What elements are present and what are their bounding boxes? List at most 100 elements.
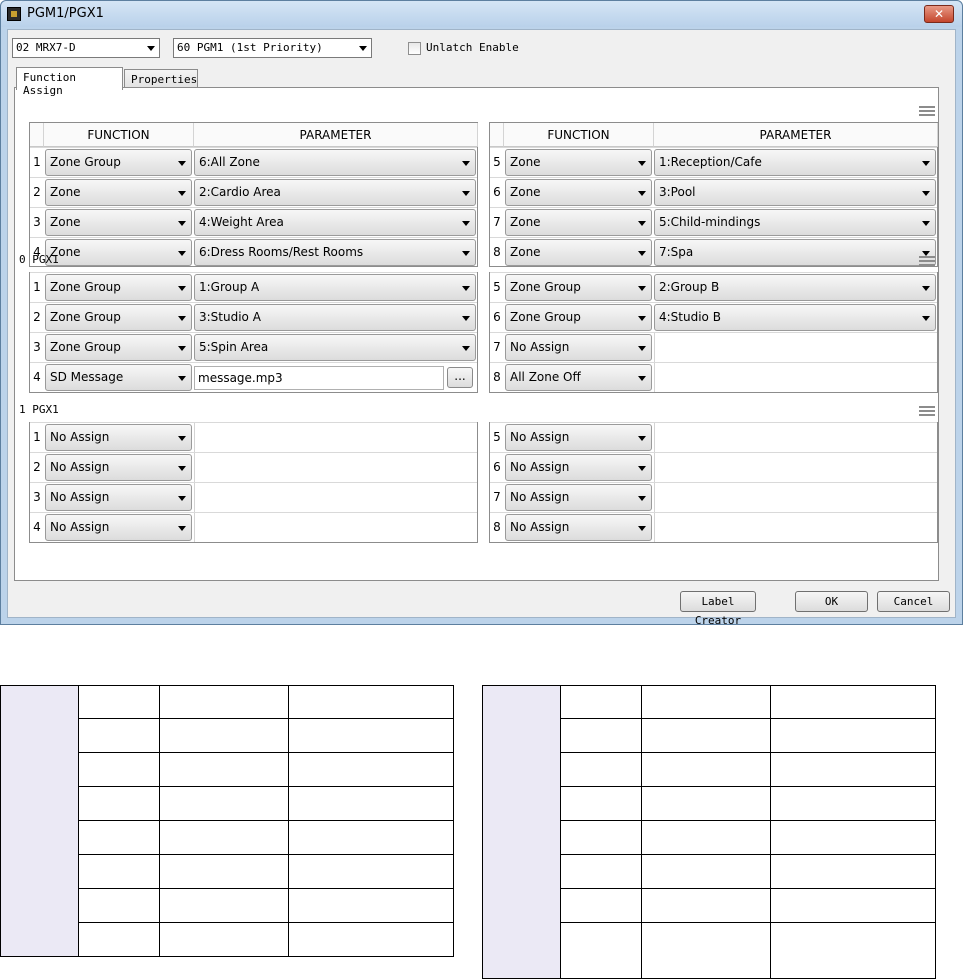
function-dropdown[interactable]: Zone Group <box>505 274 652 301</box>
unlatch-checkbox[interactable] <box>408 42 421 55</box>
table-cell <box>770 718 936 753</box>
chevron-down-icon <box>462 161 470 166</box>
table-cell <box>770 820 936 855</box>
empty-parameter-cell <box>654 483 655 512</box>
browse-button[interactable]: ... <box>447 367 473 388</box>
parameter-dropdown[interactable]: 6:All Zone <box>194 149 476 176</box>
cancel-button[interactable]: Cancel <box>877 591 950 612</box>
empty-parameter-cell <box>194 453 195 482</box>
table-row: 4 SD Message message.mp3... <box>30 362 477 392</box>
table-cell <box>559 718 642 753</box>
table-row: 3 Zone 4:Weight Area <box>30 207 477 237</box>
parameter-dropdown[interactable]: 1:Reception/Cafe <box>654 149 936 176</box>
table-cell <box>77 752 160 787</box>
table-cell <box>640 752 772 787</box>
parameter-dropdown[interactable]: 4:Weight Area <box>194 209 476 236</box>
row-number: 2 <box>33 460 41 474</box>
parameter-dropdown[interactable]: 7:Spa <box>654 239 936 266</box>
row-number: 3 <box>33 490 41 504</box>
parameter-dropdown[interactable]: 3:Studio A <box>194 304 476 331</box>
table-row: 5 Zone 1:Reception/Cafe <box>490 147 937 177</box>
function-dropdown[interactable]: Zone <box>505 209 652 236</box>
parameter-dropdown[interactable]: 6:Dress Rooms/Rest Rooms <box>194 239 476 266</box>
function-dropdown[interactable]: Zone Group <box>505 304 652 331</box>
parameter-dropdown[interactable]: 1:Group A <box>194 274 476 301</box>
empty-parameter-cell <box>654 453 655 482</box>
function-dropdown[interactable]: Zone <box>505 149 652 176</box>
function-dropdown[interactable]: All Zone Off <box>505 364 652 391</box>
parameter-value: 2:Cardio Area <box>199 185 281 199</box>
label-creator-button[interactable]: Label Creator <box>680 591 756 627</box>
title-bar[interactable]: PGM1/PGX1 ✕ <box>1 1 962 27</box>
table-cell <box>288 854 454 889</box>
close-button[interactable]: ✕ <box>924 5 954 23</box>
table-cell <box>77 820 160 855</box>
tab-function-assign[interactable]: Function Assign <box>16 67 123 97</box>
function-dropdown[interactable]: Zone Group <box>45 304 192 331</box>
function-dropdown[interactable]: Zone Group <box>45 334 192 361</box>
parameter-value: 4:Studio B <box>659 310 721 324</box>
row-number: 7 <box>493 215 501 229</box>
menu-icon[interactable] <box>919 256 935 266</box>
pgm-select[interactable]: 60 PGM1 (1st Priority) <box>173 38 372 58</box>
ok-button[interactable]: OK <box>795 591 868 612</box>
index-column-header <box>490 123 504 147</box>
menu-icon[interactable] <box>919 106 935 116</box>
row-number: 3 <box>33 340 41 354</box>
parameter-dropdown[interactable]: 3:Pool <box>654 179 936 206</box>
function-dropdown[interactable]: No Assign <box>505 514 652 541</box>
function-grid-right: 5 Zone Group 2:Group B 6 Zone Group 4:Studio … <box>489 272 938 393</box>
function-dropdown[interactable]: No Assign <box>45 424 192 451</box>
row-number: 8 <box>493 370 501 384</box>
chevron-down-icon <box>638 286 646 291</box>
parameter-dropdown[interactable]: 5:Child-mindings <box>654 209 936 236</box>
parameter-dropdown[interactable]: 4:Studio B <box>654 304 936 331</box>
row-number: 4 <box>33 520 41 534</box>
function-dropdown[interactable]: No Assign <box>45 514 192 541</box>
chevron-down-icon <box>462 286 470 291</box>
chevron-down-icon <box>922 161 930 166</box>
device-select[interactable]: 02 MRX7-D <box>12 38 160 58</box>
function-dropdown[interactable]: No Assign <box>45 484 192 511</box>
table-row: 2 Zone 2:Cardio Area <box>30 177 477 207</box>
function-dropdown[interactable]: Zone <box>505 239 652 266</box>
table-cell <box>770 685 936 719</box>
chevron-down-icon <box>462 346 470 351</box>
function-dropdown[interactable]: Zone Group <box>45 274 192 301</box>
function-value: No Assign <box>50 490 110 504</box>
table-row <box>482 685 936 979</box>
group-label: 0 PGX1 <box>19 253 59 266</box>
function-dropdown[interactable]: Zone <box>45 209 192 236</box>
table-row: 3 Zone Group 5:Spin Area <box>30 332 477 362</box>
function-dropdown[interactable]: Zone <box>505 179 652 206</box>
function-dropdown[interactable]: No Assign <box>505 454 652 481</box>
function-dropdown[interactable]: Zone <box>45 239 192 266</box>
group-label: 1 PGX1 <box>19 403 59 416</box>
function-dropdown[interactable]: Zone Group <box>45 149 192 176</box>
table-row: 2 Zone Group 3:Studio A <box>30 302 477 332</box>
table-row: 7 Zone 5:Child-mindings <box>490 207 937 237</box>
table-cell <box>158 922 290 957</box>
parameter-dropdown[interactable]: 5:Spin Area <box>194 334 476 361</box>
table-cell <box>559 786 642 821</box>
menu-icon[interactable] <box>919 406 935 416</box>
parameter-dropdown[interactable]: 2:Cardio Area <box>194 179 476 206</box>
row-number: 5 <box>493 280 501 294</box>
function-dropdown[interactable]: No Assign <box>505 334 652 361</box>
function-dropdown[interactable]: No Assign <box>45 454 192 481</box>
table-cell <box>288 685 454 719</box>
table-row: 1 No Assign <box>30 422 477 452</box>
function-dropdown[interactable]: Zone <box>45 179 192 206</box>
row-number: 5 <box>493 430 501 444</box>
table-row: 1 Zone Group 1:Group A <box>30 272 477 302</box>
function-value: Zone Group <box>50 340 121 354</box>
table-cell <box>770 786 936 821</box>
function-dropdown[interactable]: No Assign <box>505 484 652 511</box>
parameter-value: 3:Studio A <box>199 310 261 324</box>
function-dropdown[interactable]: No Assign <box>505 424 652 451</box>
parameter-dropdown[interactable]: 2:Group B <box>654 274 936 301</box>
function-dropdown[interactable]: SD Message <box>45 364 192 391</box>
table-row: 8 All Zone Off <box>490 362 937 392</box>
row-number: 6 <box>493 310 501 324</box>
message-file-field[interactable]: message.mp3 <box>194 366 444 390</box>
